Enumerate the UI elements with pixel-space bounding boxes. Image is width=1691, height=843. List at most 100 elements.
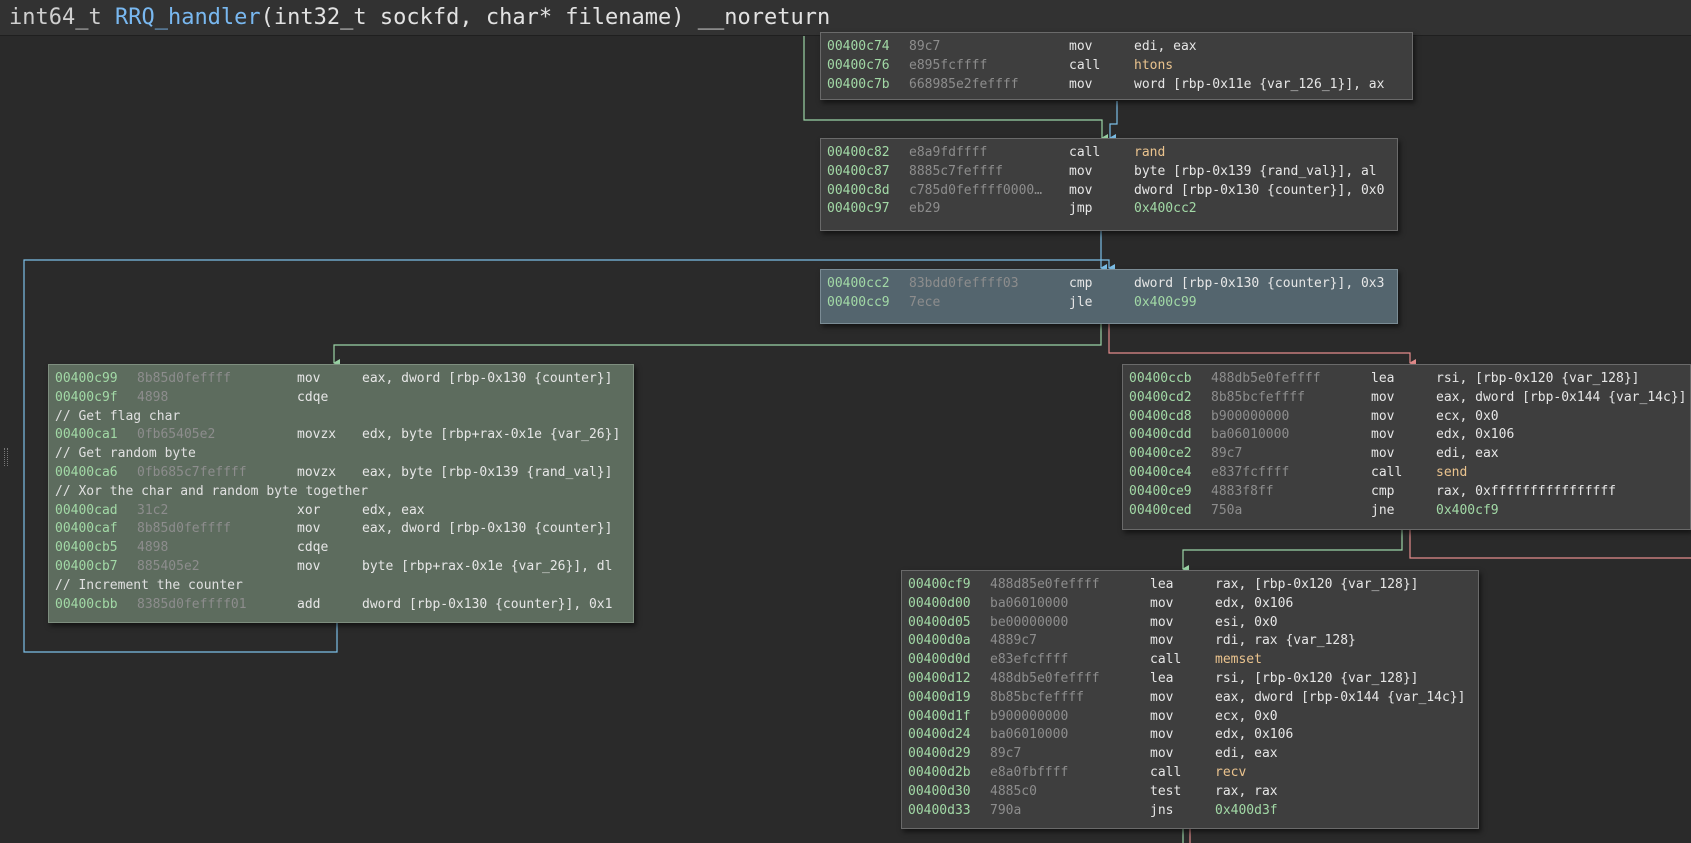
instruction-bytes: e8a9fdffff (909, 145, 988, 160)
instruction-operands[interactable]: rand (1134, 144, 1165, 163)
instruction-mnemonic: call (1069, 145, 1101, 160)
instruction-line[interactable]: 00400cd8 b900000000 mov ecx, 0x0 (1129, 408, 1690, 427)
instruction-mnemonic: cmp (1371, 483, 1395, 499)
instruction-operands: edi, eax (1134, 39, 1197, 54)
instruction-mnemonic: mov (1150, 746, 1174, 762)
instruction-operands: rdi, rax {var_128} (1215, 633, 1356, 649)
instruction-address: 00400cad (55, 502, 118, 518)
instruction-line[interactable]: 00400d12 488db5e0feffff lea rsi, [rbp-0x120… (908, 670, 1478, 689)
basic-block-xor-loop-body[interactable]: 00400c99 8b85d0feffff mov eax, dword [rbp-0… (48, 364, 634, 623)
basic-block-rand[interactable]: 00400c82 e8a9fdffff call rand 00400c87 8885c… (820, 138, 1398, 231)
instruction-mnemonic: mov (1150, 708, 1174, 724)
instruction-mnemonic: mov (297, 371, 321, 386)
instruction-line[interactable]: 00400d30 4885c0 test rax, rax (908, 783, 1478, 802)
instruction-line[interactable]: 00400ced 750a jne 0x400cf9 (1129, 502, 1690, 521)
instruction-line[interactable]: 00400c82 e8a9fdffff call rand (827, 144, 1397, 163)
instruction-operands[interactable]: htons (1134, 57, 1173, 76)
instruction-line[interactable]: 00400c8d c785d0feffff0000… mov dword [rbp-0… (827, 182, 1397, 201)
instruction-mnemonic: lea (1150, 670, 1174, 686)
instruction-line[interactable]: 00400ca6 0fb685c7feffff movzx eax, byte [rb… (55, 464, 633, 483)
instruction-bytes: 4898 (137, 389, 169, 405)
instruction-address: 00400cdd (1129, 427, 1192, 443)
instruction-mnemonic: test (1150, 783, 1182, 799)
instruction-line[interactable]: 00400cdd ba06010000 mov edx, 0x106 (1129, 426, 1690, 445)
instruction-bytes: 750a (1211, 502, 1243, 518)
instruction-line[interactable]: 00400d00 ba06010000 mov edx, 0x106 (908, 595, 1478, 614)
instruction-line[interactable]: 00400cad 31c2 xor edx, eax (55, 502, 633, 521)
instruction-line[interactable]: 00400d05 be00000000 mov esi, 0x0 (908, 614, 1478, 633)
instruction-line[interactable]: 00400cf9 488d85e0feffff lea rax, [rbp-0x120… (908, 576, 1478, 595)
return-type: int64_t (9, 5, 102, 30)
instruction-address: 00400c97 (827, 201, 890, 217)
instruction-mnemonic: mov (1069, 182, 1093, 198)
instruction-bytes: b900000000 (990, 708, 1069, 724)
instruction-line[interactable]: 00400ce2 89c7 mov edi, eax (1129, 445, 1690, 464)
instruction-operands[interactable]: send (1436, 464, 1467, 483)
instruction-line[interactable]: 00400d29 89c7 mov edi, eax (908, 745, 1478, 764)
instruction-line[interactable]: 00400ce4 e837fcffff call send (1129, 464, 1690, 483)
instruction-bytes: 8b85d0feffff (137, 371, 231, 386)
instruction-operands: eax, dword [rbp-0x144 {var_14c}] (1215, 689, 1466, 705)
instruction-line[interactable]: 00400c87 8885c7feffff mov byte [rbp-0x139 {… (827, 163, 1397, 182)
instruction-line[interactable]: 00400d19 8b85bcfeffff mov eax, dword [rbp-0… (908, 689, 1478, 708)
instruction-address: 00400cbb (55, 596, 118, 612)
basic-block-loop-compare[interactable]: 00400cc2 83bdd0feffff03 cmp dword [rbp-0x13… (820, 269, 1398, 324)
instruction-bytes: 4898 (137, 540, 169, 556)
instruction-operands[interactable]: 0x400cf9 (1436, 502, 1499, 521)
instruction-line[interactable]: 00400cc9 7ece jle 0x400c99 (827, 294, 1397, 313)
basic-block-recv[interactable]: 00400cf9 488d85e0feffff lea rax, [rbp-0x120… (901, 570, 1479, 829)
instruction-address: 00400c82 (827, 145, 890, 160)
instruction-operands: edi, eax (1436, 446, 1499, 462)
instruction-mnemonic: mov (1069, 39, 1093, 54)
instruction-line[interactable]: 00400c7b 668985e2feffff mov word [rbp-0x11e… (827, 76, 1412, 95)
instruction-address: 00400cd2 (1129, 389, 1192, 405)
instruction-address: 00400ce2 (1129, 446, 1192, 462)
instruction-operands[interactable]: memset (1215, 651, 1262, 670)
instruction-line[interactable]: 00400cb5 4898 cdqe (55, 539, 633, 558)
instruction-bytes: ba06010000 (990, 727, 1069, 743)
instruction-address: 00400cb5 (55, 540, 118, 556)
instruction-line[interactable]: 00400cbb 8385d0feffff01 add dword [rbp-0x13… (55, 596, 633, 615)
instruction-operands[interactable]: 0x400cc2 (1134, 200, 1197, 219)
instruction-line[interactable]: 00400c76 e895fcffff call htons (827, 57, 1412, 76)
instruction-line[interactable]: 00400d1f b900000000 mov ecx, 0x0 (908, 708, 1478, 727)
instruction-address: 00400c7b (827, 76, 890, 92)
instruction-line[interactable]: 00400cd2 8b85bcfeffff mov eax, dword [rbp-0… (1129, 389, 1690, 408)
instruction-address: 00400cb7 (55, 558, 118, 574)
instruction-bytes: 0fb65405e2 (137, 427, 216, 443)
instruction-line[interactable]: 00400c9f 4898 cdqe (55, 389, 633, 408)
instruction-operands[interactable]: 0x400d3f (1215, 802, 1278, 821)
pane-resize-handle[interactable] (4, 448, 8, 466)
instruction-operands[interactable]: recv (1215, 764, 1246, 783)
instruction-address: 00400d2b (908, 764, 971, 780)
instruction-line[interactable]: 00400d0d e83efcffff call memset (908, 651, 1478, 670)
instruction-operands[interactable]: 0x400c99 (1134, 294, 1197, 313)
instruction-line[interactable]: 00400d2b e8a0fbffff call recv (908, 764, 1478, 783)
instruction-line[interactable]: 00400cb7 885405e2 mov byte [rbp+rax-0x1e {v… (55, 558, 633, 577)
basic-block-htons[interactable]: 00400c74 89c7 mov edi, eax 00400c76 e895fcff… (820, 32, 1413, 100)
instruction-mnemonic: jns (1150, 802, 1174, 818)
instruction-address: 00400ce4 (1129, 464, 1192, 480)
instruction-address: 00400d00 (908, 595, 971, 611)
instruction-line[interactable]: 00400ca1 0fb65405e2 movzx edx, byte [rbp+ra… (55, 426, 633, 445)
instruction-operands: rsi, [rbp-0x120 {var_128}] (1436, 371, 1640, 386)
instruction-line[interactable]: 00400cc2 83bdd0feffff03 cmp dword [rbp-0x13… (827, 275, 1397, 294)
basic-block-send[interactable]: 00400ccb 488db5e0feffff lea rsi, [rbp-0x120… (1122, 364, 1691, 530)
instruction-line[interactable]: 00400c74 89c7 mov edi, eax (827, 38, 1412, 57)
instruction-operands: edx, byte [rbp+rax-0x1e {var_26}] (362, 427, 621, 443)
instruction-line[interactable]: 00400c99 8b85d0feffff mov eax, dword [rbp-0… (55, 370, 633, 389)
instruction-line[interactable]: 00400ce9 4883f8ff cmp rax, 0xffffffffffffff… (1129, 483, 1690, 502)
instruction-line[interactable]: 00400d33 790a jns 0x400d3f (908, 802, 1478, 821)
instruction-line[interactable]: 00400caf 8b85d0feffff mov eax, dword [rbp-0… (55, 520, 633, 539)
instruction-mnemonic: jne (1371, 502, 1395, 518)
instruction-line[interactable]: 00400c97 eb29 jmp 0x400cc2 (827, 200, 1397, 219)
instruction-line[interactable]: 00400ccb 488db5e0feffff lea rsi, [rbp-0x120… (1129, 370, 1690, 389)
instruction-mnemonic: mov (1371, 408, 1395, 424)
instruction-bytes: 488db5e0feffff (990, 670, 1100, 686)
instruction-operands: edi, eax (1215, 746, 1278, 762)
instruction-line[interactable]: 00400d0a 4889c7 mov rdi, rax {var_128} (908, 632, 1478, 651)
instruction-mnemonic: mov (1150, 595, 1174, 611)
function-name[interactable]: RRQ_handler (115, 5, 261, 30)
instruction-bytes: 31c2 (137, 502, 169, 518)
instruction-line[interactable]: 00400d24 ba06010000 mov edx, 0x106 (908, 726, 1478, 745)
